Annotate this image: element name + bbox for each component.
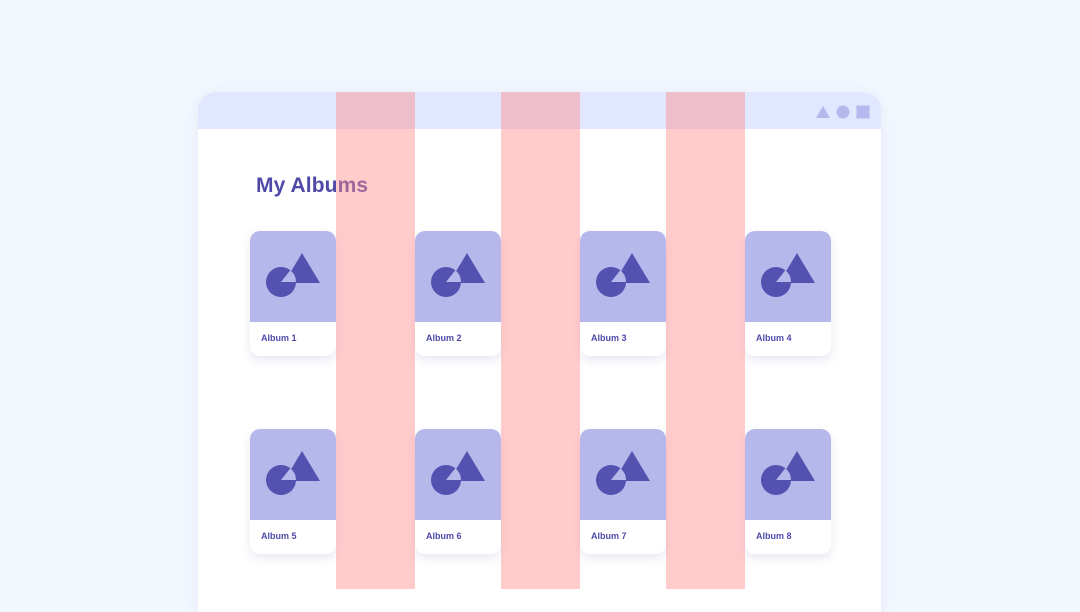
- album-card[interactable]: Album 1: [250, 231, 336, 356]
- shapes-icon: [596, 253, 650, 297]
- album-label: Album 4: [756, 333, 792, 343]
- shapes-icon: [761, 451, 815, 495]
- album-label: Album 3: [591, 333, 627, 343]
- album-card[interactable]: Album 6: [415, 429, 501, 554]
- shapes-icon: [761, 253, 815, 297]
- album-label: Album 5: [261, 531, 297, 541]
- app-window: My Albums Album 1 Album 2 Album 3 Album …: [198, 92, 881, 612]
- album-card[interactable]: Album 8: [745, 429, 831, 554]
- album-label: Album 2: [426, 333, 462, 343]
- album-grid: Album 1 Album 2 Album 3 Album 4 Album 5 …: [198, 92, 881, 612]
- album-cover: [415, 231, 501, 322]
- album-card[interactable]: Album 3: [580, 231, 666, 356]
- album-card[interactable]: Album 2: [415, 231, 501, 356]
- album-cover: [250, 231, 336, 322]
- shapes-icon: [596, 451, 650, 495]
- album-card[interactable]: Album 5: [250, 429, 336, 554]
- album-cover: [250, 429, 336, 520]
- album-cover: [745, 429, 831, 520]
- album-label: Album 7: [591, 531, 627, 541]
- album-card[interactable]: Album 7: [580, 429, 666, 554]
- album-cover: [580, 429, 666, 520]
- album-cover: [745, 231, 831, 322]
- album-label: Album 1: [261, 333, 297, 343]
- shapes-icon: [266, 451, 320, 495]
- album-label: Album 8: [756, 531, 792, 541]
- shapes-icon: [266, 253, 320, 297]
- shapes-icon: [431, 253, 485, 297]
- album-card[interactable]: Album 4: [745, 231, 831, 356]
- album-cover: [415, 429, 501, 520]
- shapes-icon: [431, 451, 485, 495]
- album-label: Album 6: [426, 531, 462, 541]
- album-cover: [580, 231, 666, 322]
